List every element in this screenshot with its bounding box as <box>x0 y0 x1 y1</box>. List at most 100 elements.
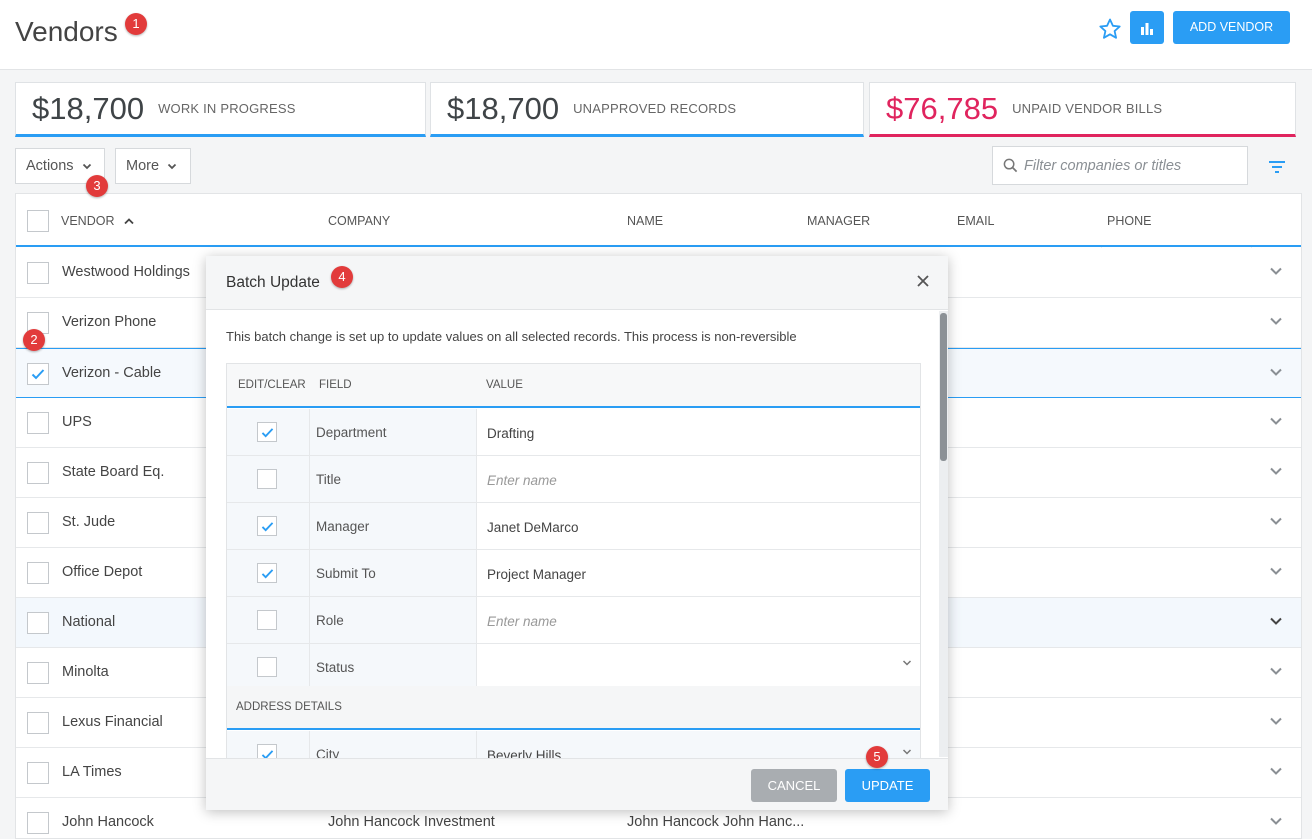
page-title: Vendors <box>15 16 118 47</box>
row-checkbox[interactable] <box>27 762 49 784</box>
annotation-badge-1: 1 <box>125 13 147 35</box>
select-all-checkbox[interactable] <box>27 210 49 232</box>
chevron-down-icon[interactable] <box>1269 766 1283 776</box>
favorite-star-button[interactable] <box>1096 15 1124 43</box>
column-field: FIELD <box>319 379 352 391</box>
vendor-cell: St. Jude <box>62 514 116 530</box>
value-input[interactable]: Project Manager <box>477 550 920 596</box>
address-details-section: ADDRESS DETAILS <box>227 686 920 730</box>
company-cell: John Hancock Investment <box>328 814 495 830</box>
column-phone[interactable]: PHONE <box>1107 214 1151 228</box>
edit-checkbox-checked[interactable] <box>257 563 277 583</box>
table-header: VENDOR COMPANY NAME MANAGER EMAIL PHONE <box>16 194 1301 247</box>
stat-unpaid-vendor-bills[interactable]: $76,785 UNPAID VENDOR BILLS <box>869 82 1296 137</box>
column-vendor[interactable]: VENDOR <box>61 214 134 228</box>
update-button[interactable]: UPDATE <box>845 769 930 802</box>
scrollbar-thumb[interactable] <box>940 313 947 461</box>
chevron-down-icon[interactable] <box>1269 466 1283 476</box>
actions-label: Actions <box>26 158 74 174</box>
stat-value: $18,700 <box>447 90 560 126</box>
more-label: More <box>126 158 160 174</box>
close-icon[interactable] <box>916 274 930 288</box>
field-label: Manager <box>310 503 477 549</box>
edit-checkbox[interactable] <box>257 610 277 630</box>
batch-table-header: EDIT/CLEAR FIELD VALUE <box>227 364 920 408</box>
stat-unapproved-records[interactable]: $18,700 UNAPPROVED RECORDS <box>430 82 864 137</box>
value-input[interactable]: Drafting <box>477 409 920 455</box>
chevron-down-icon[interactable] <box>1269 666 1283 676</box>
reports-button[interactable] <box>1130 11 1164 44</box>
sort-asc-icon <box>124 218 134 225</box>
row-checkbox-checked[interactable] <box>27 363 49 385</box>
edit-checkbox[interactable] <box>257 657 277 677</box>
filter-lines-icon <box>1269 161 1285 173</box>
chevron-down-icon <box>82 163 91 170</box>
chevron-down-icon[interactable] <box>1269 367 1283 377</box>
edit-checkbox-checked[interactable] <box>257 516 277 536</box>
row-checkbox[interactable] <box>27 712 49 734</box>
chevron-down-icon[interactable] <box>1269 266 1283 276</box>
filter-input[interactable] <box>1024 157 1244 174</box>
vendor-cell: National <box>62 614 116 630</box>
column-value: VALUE <box>486 379 523 391</box>
field-label: Submit To <box>310 550 477 596</box>
city-select[interactable]: Beverly Hills <box>477 731 920 758</box>
vendor-cell: Office Depot <box>62 564 143 580</box>
field-label: City <box>310 731 477 758</box>
dialog-header: Batch Update <box>206 256 948 310</box>
field-label: Role <box>310 597 477 643</box>
edit-checkbox-checked[interactable] <box>257 422 277 442</box>
dialog-scrollbar[interactable] <box>939 311 948 757</box>
chevron-down-icon[interactable] <box>1269 816 1283 826</box>
edit-checkbox-checked[interactable] <box>257 744 277 758</box>
chevron-down-icon <box>902 749 912 755</box>
more-dropdown[interactable]: More <box>115 148 191 184</box>
value-input[interactable]: Janet DeMarco <box>477 503 920 549</box>
stat-work-in-progress[interactable]: $18,700 WORK IN PROGRESS <box>15 82 426 137</box>
name-cell: John Hancock John Hanc... <box>627 814 805 830</box>
chevron-down-icon[interactable] <box>1269 616 1283 626</box>
field-label: Title <box>310 456 477 502</box>
column-edit-clear: EDIT/CLEAR <box>238 379 306 391</box>
vendor-cell: LA Times <box>62 764 122 780</box>
row-checkbox[interactable] <box>27 812 49 834</box>
edit-checkbox[interactable] <box>257 469 277 489</box>
batch-row-role: Role Enter name <box>227 597 920 644</box>
row-checkbox[interactable] <box>27 562 49 584</box>
chevron-down-icon[interactable] <box>1269 566 1283 576</box>
column-email[interactable]: EMAIL <box>957 214 995 228</box>
row-checkbox[interactable] <box>27 262 49 284</box>
batch-row-manager: Manager Janet DeMarco <box>227 503 920 550</box>
column-name[interactable]: NAME <box>627 214 663 228</box>
batch-row-submit-to: Submit To Project Manager <box>227 550 920 597</box>
value-input[interactable]: Enter name <box>477 456 920 502</box>
checkmark-icon <box>261 568 273 578</box>
row-checkbox[interactable] <box>27 512 49 534</box>
column-manager[interactable]: MANAGER <box>807 214 870 228</box>
annotation-badge-5: 5 <box>866 746 888 768</box>
chevron-down-icon[interactable] <box>1269 316 1283 326</box>
chevron-down-icon[interactable] <box>1269 516 1283 526</box>
bar-chart-icon <box>1141 22 1153 35</box>
row-checkbox[interactable] <box>27 462 49 484</box>
chevron-down-icon[interactable] <box>1269 716 1283 726</box>
chevron-down-icon[interactable] <box>1269 416 1283 426</box>
row-checkbox[interactable] <box>27 412 49 434</box>
row-checkbox[interactable] <box>27 612 49 634</box>
value-input[interactable]: Enter name <box>477 597 920 643</box>
row-checkbox[interactable] <box>27 662 49 684</box>
cancel-button[interactable]: CANCEL <box>751 769 837 802</box>
column-company[interactable]: COMPANY <box>328 214 390 228</box>
vendor-cell: Verizon - Cable <box>62 365 162 381</box>
stat-value: $18,700 <box>32 90 145 126</box>
batch-row-department: Department Drafting <box>227 409 920 456</box>
filter-search-box[interactable] <box>992 146 1248 185</box>
filter-button[interactable] <box>1268 158 1286 179</box>
add-vendor-button[interactable]: ADD VENDOR <box>1173 11 1290 44</box>
batch-update-dialog: Batch Update This batch change is set up… <box>206 256 948 810</box>
status-select[interactable] <box>477 644 920 691</box>
dialog-title: Batch Update <box>226 274 320 291</box>
vendor-cell: Lexus Financial <box>62 714 163 730</box>
vendor-cell: John Hancock <box>62 814 154 830</box>
vendor-cell: Minolta <box>62 664 109 680</box>
